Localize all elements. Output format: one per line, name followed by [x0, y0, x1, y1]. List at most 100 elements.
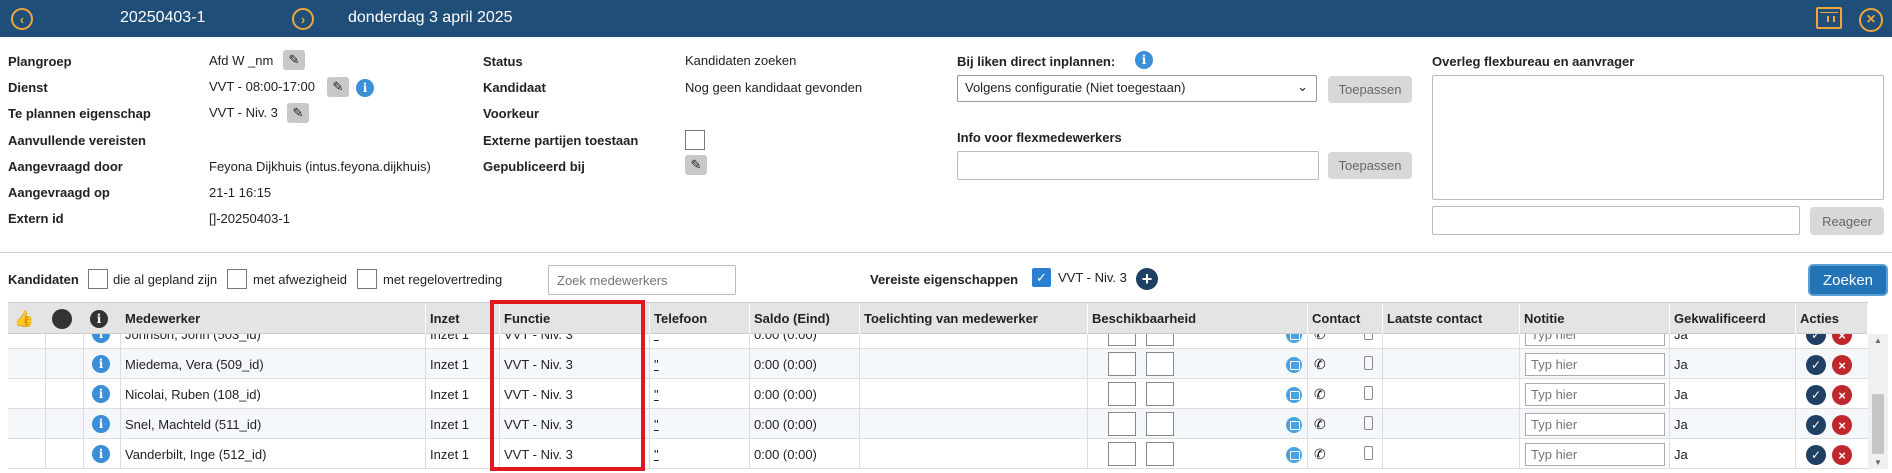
availability-box[interactable]: [1146, 352, 1174, 376]
reject-cell[interactable]: [46, 349, 84, 379]
col-functie[interactable]: Functie: [500, 303, 650, 334]
search-medewerkers-input[interactable]: [548, 265, 736, 295]
notitie-input[interactable]: [1525, 413, 1665, 436]
chevron-left-icon[interactable]: ‹: [11, 8, 33, 30]
availability-box[interactable]: [1108, 334, 1136, 346]
calendar-icon[interactable]: [1286, 417, 1302, 433]
calendar-icon[interactable]: [1286, 447, 1302, 463]
telefoon-value[interactable]: ": [650, 379, 750, 409]
col-telefoon[interactable]: Telefoon: [650, 303, 750, 334]
liken-info-icon[interactable]: i: [1135, 51, 1153, 69]
phone-icon[interactable]: ✆: [1314, 334, 1326, 343]
reject-cell[interactable]: [46, 334, 84, 349]
scroll-thumb[interactable]: [1872, 394, 1884, 454]
accept-icon[interactable]: ✓: [1806, 334, 1826, 345]
reageer-button[interactable]: Reageer: [1810, 207, 1884, 235]
availability-box[interactable]: [1108, 442, 1136, 466]
col-gekwalificeerd[interactable]: Gekwalificeerd: [1670, 303, 1796, 334]
medewerker-name[interactable]: Nicolai, Ruben (108_id): [121, 379, 426, 409]
close-icon[interactable]: ×: [1859, 8, 1883, 32]
medewerker-name[interactable]: Vanderbilt, Inge (512_id): [121, 439, 426, 469]
reject-icon[interactable]: ×: [1832, 415, 1852, 435]
row-info-icon[interactable]: i: [92, 385, 110, 403]
medewerker-name[interactable]: Miedema, Vera (509_id): [121, 349, 426, 379]
phone-icon[interactable]: ✆: [1314, 416, 1326, 433]
row-info-icon[interactable]: i: [92, 445, 110, 463]
medewerker-name[interactable]: Snel, Machteld (511_id): [121, 409, 426, 439]
chevron-right-icon[interactable]: ›: [292, 8, 314, 30]
col-acties[interactable]: Acties: [1796, 303, 1868, 334]
availability-box[interactable]: [1146, 382, 1174, 406]
phone-icon[interactable]: ✆: [1314, 356, 1326, 373]
mobile-icon[interactable]: [1364, 356, 1373, 370]
accept-icon[interactable]: ✓: [1806, 385, 1826, 405]
minus-circle-icon[interactable]: [52, 309, 72, 329]
like-cell[interactable]: [8, 349, 46, 379]
table-scrollbar[interactable]: ▲ ▼: [1868, 334, 1888, 469]
row-info-icon[interactable]: i: [92, 355, 110, 373]
overleg-textarea[interactable]: [1432, 75, 1884, 200]
reject-cell[interactable]: [46, 379, 84, 409]
mobile-icon[interactable]: [1364, 446, 1373, 460]
calendar-icon[interactable]: [1286, 357, 1302, 373]
availability-box[interactable]: [1146, 334, 1174, 346]
telefoon-value[interactable]: ": [650, 439, 750, 469]
table-row[interactable]: i Vanderbilt, Inge (512_id) Inzet 1 VVT - N…: [8, 439, 1868, 469]
edit-eigenschap-button[interactable]: ✎: [287, 103, 309, 123]
notitie-input[interactable]: [1525, 383, 1665, 406]
reject-icon[interactable]: ×: [1832, 334, 1852, 345]
reject-cell[interactable]: [46, 409, 84, 439]
col-toelichting[interactable]: Toelichting van medewerker: [860, 303, 1088, 334]
like-cell[interactable]: [8, 409, 46, 439]
telefoon-value[interactable]: ": [650, 334, 750, 349]
accept-icon[interactable]: ✓: [1806, 355, 1826, 375]
reject-icon[interactable]: ×: [1832, 445, 1852, 465]
mobile-icon[interactable]: [1364, 334, 1373, 340]
col-beschikbaarheid[interactable]: Beschikbaarheid: [1088, 303, 1308, 334]
reject-icon[interactable]: ×: [1832, 385, 1852, 405]
availability-box[interactable]: [1108, 382, 1136, 406]
reject-icon[interactable]: ×: [1832, 355, 1852, 375]
edit-dienst-button[interactable]: ✎: [327, 77, 349, 97]
row-info-icon[interactable]: i: [92, 334, 110, 343]
regelovertreding-checkbox[interactable]: [357, 269, 377, 289]
edit-plangroep-button[interactable]: ✎: [283, 50, 305, 70]
col-notitie[interactable]: Notitie: [1520, 303, 1670, 334]
externe-partijen-checkbox[interactable]: [685, 130, 705, 150]
medewerker-name[interactable]: Johnson, John (503_id): [121, 334, 426, 349]
col-laatste-contact[interactable]: Laatste contact: [1383, 303, 1520, 334]
col-contact[interactable]: Contact: [1308, 303, 1383, 334]
toepassen-liken-button[interactable]: Toepassen: [1328, 76, 1412, 103]
availability-box[interactable]: [1146, 412, 1174, 436]
telefoon-value[interactable]: ": [650, 409, 750, 439]
telefoon-value[interactable]: ": [650, 349, 750, 379]
availability-box[interactable]: [1146, 442, 1174, 466]
table-row[interactable]: i Snel, Machteld (511_id) Inzet 1 VVT - Niv…: [8, 409, 1868, 439]
vereiste-checkbox[interactable]: ✓: [1032, 268, 1051, 287]
accept-icon[interactable]: ✓: [1806, 445, 1826, 465]
like-cell[interactable]: [8, 439, 46, 469]
availability-box[interactable]: [1108, 412, 1136, 436]
table-row[interactable]: i Nicolai, Ruben (108_id) Inzet 1 VVT - Niv…: [8, 379, 1868, 409]
table-row[interactable]: i Johnson, John (503_id) Inzet 1 VVT - Niv.…: [8, 334, 1868, 349]
add-eigenschap-icon[interactable]: +: [1136, 268, 1158, 290]
col-saldo[interactable]: Saldo (Eind): [750, 303, 860, 334]
scroll-up-icon[interactable]: ▲: [1874, 336, 1882, 345]
like-cell[interactable]: [8, 379, 46, 409]
screen-icon[interactable]: [1816, 7, 1842, 29]
phone-icon[interactable]: ✆: [1314, 446, 1326, 463]
edit-gepubliceerd-button[interactable]: ✎: [685, 155, 707, 175]
notitie-input[interactable]: [1525, 334, 1665, 346]
info-flex-input[interactable]: [957, 151, 1319, 180]
dienst-info-icon[interactable]: i: [356, 79, 374, 97]
calendar-icon[interactable]: [1286, 334, 1302, 343]
zoeken-button[interactable]: Zoeken: [1808, 264, 1888, 296]
row-info-icon[interactable]: i: [92, 415, 110, 433]
toepassen-info-button[interactable]: Toepassen: [1328, 152, 1412, 179]
scroll-down-icon[interactable]: ▼: [1874, 458, 1882, 467]
liken-select[interactable]: Volgens configuratie (Niet toegestaan) ⌄: [957, 75, 1317, 102]
mobile-icon[interactable]: [1364, 386, 1373, 400]
thumbs-up-icon[interactable]: 👍: [14, 309, 34, 329]
reject-cell[interactable]: [46, 439, 84, 469]
accept-icon[interactable]: ✓: [1806, 415, 1826, 435]
